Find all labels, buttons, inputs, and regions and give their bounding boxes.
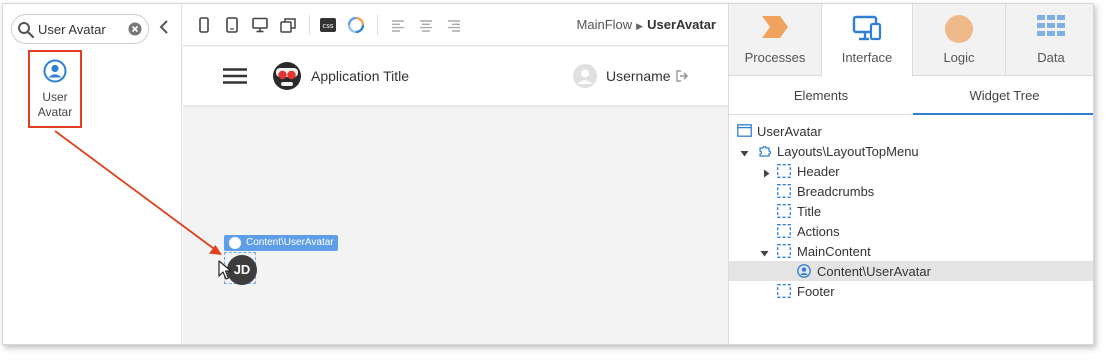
- svg-text:css: css: [322, 22, 333, 30]
- widget-tree: UserAvatar Layouts\LayoutTopMenu Header …: [729, 121, 1093, 301]
- tab-logic[interactable]: Logic: [913, 4, 1005, 76]
- app-header-preview[interactable]: Application Title Username: [183, 47, 728, 105]
- tab-data-label: Data: [1037, 50, 1065, 65]
- placeholder-icon: [777, 184, 791, 201]
- drop-tag-label: Content\UserAvatar: [246, 237, 334, 248]
- widget-label: User Avatar: [30, 90, 80, 120]
- align-left-icon[interactable]: [391, 19, 405, 37]
- align-right-icon[interactable]: [447, 19, 461, 37]
- user-avatar-widget[interactable]: User Avatar: [28, 50, 82, 128]
- tree-item-user-avatar[interactable]: Content\UserAvatar: [729, 261, 1093, 281]
- widget-drop-tag: Content\UserAvatar: [224, 235, 338, 251]
- collapse-toolbox-icon[interactable]: [159, 20, 169, 39]
- tree-item-layout-block[interactable]: Layouts\LayoutTopMenu: [729, 141, 1093, 161]
- interface-icon: [822, 14, 912, 44]
- widget-search-box[interactable]: User Avatar: [11, 14, 149, 44]
- screen-icon: [737, 124, 752, 140]
- tree-item-label: Breadcrumbs: [797, 184, 875, 199]
- expanded-arrow-icon[interactable]: [740, 146, 749, 161]
- tree-item-breadcrumbs[interactable]: Breadcrumbs: [729, 181, 1093, 201]
- placeholder-icon: [777, 284, 791, 301]
- tree-item-label: Layouts\LayoutTopMenu: [777, 144, 919, 159]
- tree-item-header[interactable]: Header: [729, 161, 1093, 181]
- tab-widget-tree[interactable]: Widget Tree: [913, 77, 1093, 115]
- tab-logic-label: Logic: [943, 50, 975, 65]
- tab-elements[interactable]: Elements: [729, 77, 913, 115]
- placeholder-icon: [777, 164, 791, 181]
- tree-item-label: Title: [797, 204, 822, 219]
- toolbar-separator: [377, 15, 378, 35]
- main-tabs: Processes Interface Logic Data: [729, 4, 1093, 77]
- placeholder-icon: [777, 244, 791, 261]
- mouse-cursor-icon: [218, 260, 232, 285]
- tree-item-main-content[interactable]: MainContent: [729, 241, 1093, 261]
- processes-icon: [729, 14, 821, 44]
- user-avatar-icon: [797, 264, 811, 281]
- right-panel: Processes Interface Logic Data Elements …: [728, 4, 1093, 344]
- tree-item-screen[interactable]: UserAvatar: [729, 121, 1093, 141]
- placeholder-icon: [777, 204, 791, 221]
- block-icon: [757, 144, 772, 161]
- clear-search-icon[interactable]: [128, 22, 142, 41]
- tree-item-actions[interactable]: Actions: [729, 221, 1093, 241]
- orientation-icon[interactable]: [280, 17, 296, 38]
- app-title: Application Title: [311, 68, 410, 84]
- tree-item-label: Content\UserAvatar: [817, 264, 931, 279]
- tree-item-label: MainContent: [797, 244, 871, 259]
- widget-label-line1: User: [42, 90, 68, 104]
- app-logo-icon: [271, 60, 303, 97]
- username-label[interactable]: Username: [606, 68, 671, 84]
- breadcrumb: MainFlow ▶ UserAvatar: [577, 17, 716, 32]
- desktop-preview-icon[interactable]: [252, 17, 268, 38]
- breadcrumb-parent[interactable]: MainFlow: [577, 17, 633, 32]
- toolbar-separator: [309, 15, 310, 35]
- tab-processes-label: Processes: [744, 50, 806, 65]
- data-icon: [1006, 14, 1093, 44]
- avatar-dot-icon: [229, 237, 241, 249]
- sub-tabs: Elements Widget Tree: [729, 77, 1093, 115]
- theme-icon[interactable]: [347, 16, 365, 38]
- hamburger-menu-icon[interactable]: [223, 68, 247, 89]
- tree-item-label: Header: [797, 164, 840, 179]
- tab-processes[interactable]: Processes: [729, 4, 821, 76]
- placeholder-icon: [777, 224, 791, 241]
- screen-canvas[interactable]: css MainFlow ▶ UserAvatar Application Ti…: [183, 4, 728, 344]
- user-picture-icon[interactable]: [573, 64, 597, 93]
- tree-item-label: Actions: [797, 224, 840, 239]
- tree-item-label: Footer: [797, 284, 835, 299]
- service-studio-window: User Avatar User Avatar css MainFlow ▶ U…: [2, 3, 1094, 345]
- expanded-arrow-icon[interactable]: [760, 246, 769, 261]
- logic-icon: [913, 14, 1005, 44]
- widget-label-line2: Avatar: [37, 105, 73, 119]
- tablet-preview-icon[interactable]: [226, 17, 238, 38]
- widget-toolbox: User Avatar User Avatar: [3, 4, 182, 344]
- tree-item-footer[interactable]: Footer: [729, 281, 1093, 301]
- align-center-icon[interactable]: [419, 19, 433, 37]
- canvas-toolbar: css MainFlow ▶ UserAvatar: [183, 4, 728, 46]
- tab-interface-label: Interface: [841, 50, 893, 65]
- phone-preview-icon[interactable]: [199, 17, 209, 38]
- search-input[interactable]: User Avatar: [38, 22, 106, 37]
- breadcrumb-current: UserAvatar: [647, 17, 716, 32]
- search-icon: [17, 21, 35, 44]
- logout-icon[interactable]: [676, 69, 689, 87]
- tree-item-title[interactable]: Title: [729, 201, 1093, 221]
- css-icon[interactable]: css: [320, 18, 336, 37]
- breadcrumb-arrow-icon: ▶: [636, 21, 644, 31]
- user-avatar-icon: [30, 59, 80, 88]
- tab-data[interactable]: Data: [1005, 4, 1093, 76]
- tab-interface[interactable]: Interface: [821, 4, 913, 77]
- tree-item-label: UserAvatar: [757, 124, 822, 139]
- collapsed-arrow-icon[interactable]: [762, 166, 771, 181]
